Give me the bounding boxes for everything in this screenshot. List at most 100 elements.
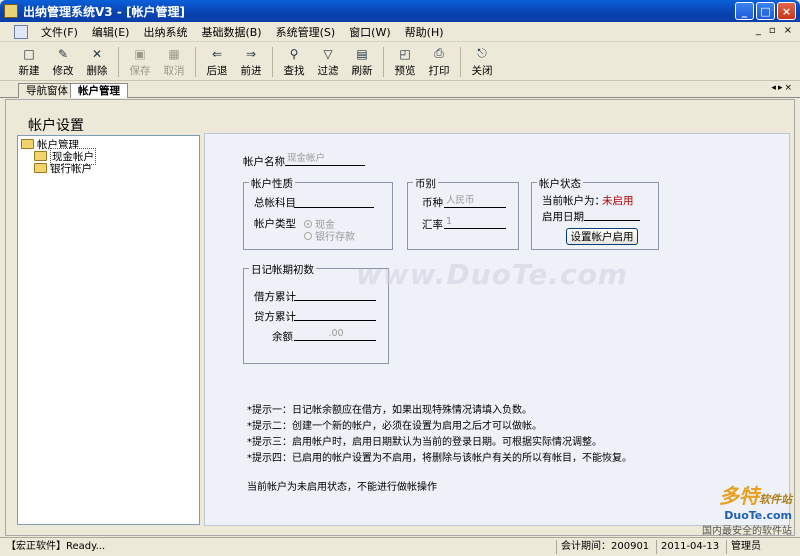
app-icon — [4, 4, 18, 18]
window-title: 出纳管理系统V3 - [帐户管理] — [23, 4, 185, 19]
toolbar: □ 新建 ✎ 修改 ✕ 删除 ▣ 保存 ▦ 取消 ⇐ 后退 ⇒ 前进 ⚲ 查找 ▽ 过滤 ▤ 刷新 ◰ 预览 ⎙ 打印 ⎋ 关闭 — [0, 43, 800, 81]
account-tree: 帐户管理 现金帐户 银行帐户 — [17, 135, 200, 525]
credit-total-label: 贷方累计 — [254, 311, 296, 323]
ledger-field[interactable] — [294, 194, 374, 208]
tip-4: *提示四：已启用的帐户设置为不启用，将删除与该帐户有关的所以有帐目，不能恢复。 — [247, 453, 632, 464]
account-name-field[interactable]: 现金帐户 — [285, 152, 365, 166]
toolbar-separator — [195, 47, 196, 77]
toolbar-button-label: 删除 — [86, 65, 108, 77]
printer-toolbar-button[interactable]: ⎙ 打印 — [422, 43, 456, 81]
tab-navigation[interactable]: 导航窗体 — [18, 83, 76, 98]
menu-cashier[interactable]: 出纳系统 — [136, 24, 194, 40]
enable-account-button[interactable]: 设置帐户启用 — [566, 228, 638, 245]
new-doc-toolbar-button[interactable]: □ 新建 — [12, 43, 46, 81]
tab-scroll-controls[interactable]: ◂▸× — [771, 83, 794, 93]
toolbar-button-label: 新建 — [18, 65, 40, 77]
delete-icon: ✕ — [91, 46, 103, 61]
enable-date-label: 启用日期 — [542, 211, 584, 223]
toolbar-button-label: 过滤 — [317, 65, 339, 77]
current-status-label: 当前帐户为： — [542, 195, 605, 207]
account-type-label: 帐户类型 — [254, 218, 296, 230]
ledger-label: 总帐科目 — [254, 197, 296, 209]
forward-arrow-toolbar-button[interactable]: ⇒ 前进 — [234, 43, 268, 81]
cancel-toolbar-button: ▦ 取消 — [157, 43, 191, 81]
main-content: 帐户设置 帐户管理 现金帐户 银行帐户 帐户名称 现金帐户 帐户性质 总帐科目 … — [5, 99, 795, 536]
forward-arrow-icon: ⇒ — [245, 46, 257, 61]
account-nature-group: 帐户性质 总帐科目 帐户类型 现金 银行存款 — [243, 176, 393, 250]
close-door-toolbar-button[interactable]: ⎋ 关闭 — [465, 43, 499, 81]
child-close-button[interactable]: × — [784, 25, 792, 36]
balance-label: 余额 — [272, 331, 293, 343]
toolbar-separator — [383, 47, 384, 77]
title-bar: 出纳管理系统V3 - [帐户管理] _ □ × — [0, 0, 800, 22]
exchange-rate-label: 汇率 — [422, 219, 443, 231]
page-title: 帐户设置 — [28, 118, 84, 134]
radio-bank-deposit[interactable]: 银行存款 — [304, 228, 355, 243]
nature-group-title: 帐户性质 — [249, 176, 295, 191]
tip-2: *提示二：创建一个新的帐户，必须在设置为启用之后才可以做帐。 — [247, 421, 542, 432]
menu-window[interactable]: 窗口(W) — [342, 24, 397, 40]
currency-field[interactable]: 人民币 — [444, 194, 506, 208]
current-status-value: 未启用 — [602, 195, 634, 207]
maximize-button[interactable]: □ — [756, 2, 775, 20]
toolbar-button-label: 打印 — [428, 65, 450, 77]
menu-basic-data[interactable]: 基础数据(B) — [194, 24, 268, 40]
tip-1: *提示一：日记帐余额应在借方，如果出现特殊情况请填入负数。 — [247, 405, 532, 416]
menu-file[interactable]: 文件(F) — [34, 24, 85, 40]
enable-date-field[interactable] — [584, 207, 640, 221]
child-restore-button[interactable]: ▫ — [769, 25, 776, 36]
tree-item-bank[interactable]: 银行帐户 — [34, 162, 92, 175]
debit-total-label: 借方累计 — [254, 291, 296, 303]
status-group-title: 帐户状态 — [537, 176, 583, 191]
filter-icon: ▽ — [323, 46, 333, 61]
filter-toolbar-button[interactable]: ▽ 过滤 — [311, 43, 345, 81]
toolbar-separator — [118, 47, 119, 77]
tip-3: *提示三：启用帐户时，启用日期默认为当前的登录日期。可根据实际情况调整。 — [247, 437, 602, 448]
close-button[interactable]: × — [777, 2, 796, 20]
toolbar-separator — [272, 47, 273, 77]
menu-system[interactable]: 系统管理(S) — [269, 24, 343, 40]
tab-account-management[interactable]: 帐户管理 — [70, 83, 128, 98]
edit-icon: ✎ — [57, 46, 69, 61]
status-company: 【宏正软件】Ready... — [6, 541, 106, 552]
save-toolbar-button: ▣ 保存 — [123, 43, 157, 81]
menu-help[interactable]: 帮助(H) — [398, 24, 451, 40]
status-note: 当前帐户为未启用状态，不能进行做帐操作 — [247, 482, 437, 493]
binoculars-icon: ⚲ — [289, 46, 299, 61]
document-icon[interactable] — [14, 24, 28, 39]
binoculars-toolbar-button[interactable]: ⚲ 查找 — [277, 43, 311, 81]
preview-icon: ◰ — [399, 46, 411, 61]
folder-icon — [34, 151, 47, 161]
back-arrow-icon: ⇐ — [211, 46, 223, 61]
folder-icon — [21, 139, 34, 149]
exchange-rate-field[interactable]: 1 — [444, 215, 506, 229]
minimize-button[interactable]: _ — [735, 2, 754, 20]
edit-toolbar-button[interactable]: ✎ 修改 — [46, 43, 80, 81]
opening-group-title: 日记帐期初数 — [249, 262, 316, 277]
delete-toolbar-button[interactable]: ✕ 删除 — [80, 43, 114, 81]
currency-label: 币种 — [422, 197, 443, 209]
balance-field[interactable]: .00 — [294, 327, 376, 341]
close-door-icon: ⎋ — [477, 46, 487, 60]
save-icon: ▣ — [134, 46, 146, 61]
account-form-panel: 帐户名称 现金帐户 帐户性质 总帐科目 帐户类型 现金 银行存款 币别 币种 人… — [204, 133, 790, 526]
preview-toolbar-button[interactable]: ◰ 预览 — [388, 43, 422, 81]
refresh-icon: ▤ — [356, 46, 368, 61]
credit-total-field[interactable] — [294, 307, 376, 321]
status-bar: 【宏正软件】Ready... 会计期间：200901 2011-04-13 管理… — [0, 537, 800, 556]
child-minimize-button[interactable]: _ — [756, 25, 761, 36]
account-status-group: 帐户状态 当前帐户为： 未启用 启用日期 设置帐户启用 — [531, 176, 659, 250]
toolbar-button-label: 修改 — [52, 65, 74, 77]
account-name-label: 帐户名称 — [243, 156, 285, 168]
menu-edit[interactable]: 编辑(E) — [85, 24, 137, 40]
new-doc-icon: □ — [23, 46, 35, 61]
currency-group-title: 币别 — [413, 176, 438, 191]
back-arrow-toolbar-button[interactable]: ⇐ 后退 — [200, 43, 234, 81]
status-user: 管理员 — [726, 540, 765, 554]
toolbar-separator — [460, 47, 461, 77]
toolbar-button-label: 查找 — [283, 65, 305, 77]
cancel-icon: ▦ — [168, 46, 180, 61]
printer-icon: ⎙ — [434, 46, 444, 60]
radio-button-icon — [304, 231, 312, 240]
refresh-toolbar-button[interactable]: ▤ 刷新 — [345, 43, 379, 81]
